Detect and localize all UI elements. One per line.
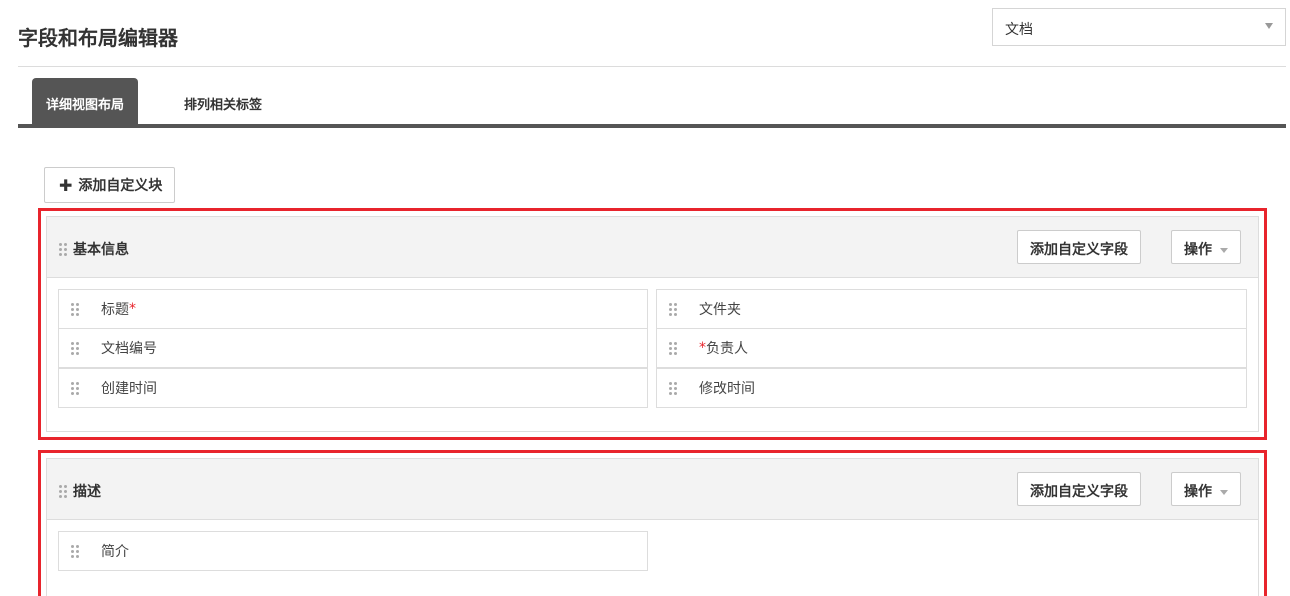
drag-handle-icon[interactable]	[669, 381, 677, 395]
field-label: 创建时间	[101, 381, 157, 397]
add-custom-field-button[interactable]: 添加自定义字段	[1017, 472, 1141, 506]
divider	[18, 66, 1286, 67]
field-row[interactable]: 文件夹	[656, 289, 1247, 329]
chevron-down-icon	[1220, 247, 1228, 253]
field-row[interactable]: 创建时间	[58, 368, 648, 408]
add-custom-block-label: 添加自定义块	[78, 178, 163, 194]
actions-label: 操作	[1184, 242, 1212, 258]
field-label: 文件夹	[699, 302, 741, 318]
tab-detail-view-layout[interactable]: 详细视图布局	[32, 78, 139, 124]
field-label: 标题	[101, 302, 129, 318]
page-title: 字段和布局编辑器	[18, 26, 178, 50]
field-label: 修改时间	[699, 381, 755, 397]
field-row[interactable]: 简介	[58, 531, 648, 571]
plus-icon: ✚	[59, 175, 73, 195]
drag-handle-icon[interactable]	[669, 302, 677, 316]
block-header: 基本信息 添加自定义字段 操作	[47, 217, 1258, 278]
drag-handle-icon[interactable]	[71, 381, 79, 395]
module-select-value: 文档	[1005, 22, 1033, 38]
chevron-down-icon	[1265, 23, 1273, 29]
field-row[interactable]: 文档编号	[58, 328, 648, 368]
block-title[interactable]: 基本信息	[59, 239, 129, 259]
actions-label: 操作	[1184, 484, 1212, 500]
block-title-text: 基本信息	[73, 242, 129, 258]
block-description: 描述 添加自定义字段 操作	[46, 458, 1259, 596]
module-select[interactable]: 文档	[992, 8, 1286, 46]
drag-handle-icon[interactable]	[59, 484, 67, 498]
block-header: 描述 添加自定义字段 操作	[47, 459, 1258, 520]
actions-dropdown-button[interactable]: 操作	[1171, 472, 1241, 506]
drag-handle-icon[interactable]	[59, 242, 67, 256]
block-title-text: 描述	[73, 484, 101, 500]
drag-handle-icon[interactable]	[71, 341, 79, 355]
chevron-down-icon	[1220, 489, 1228, 495]
drag-handle-icon[interactable]	[71, 302, 79, 316]
field-label: 文档编号	[101, 341, 157, 357]
required-mark: *	[129, 301, 136, 317]
field-label: 简介	[101, 544, 129, 560]
tab-related-list-order[interactable]: 排列相关标签	[170, 78, 276, 124]
actions-dropdown-button[interactable]: 操作	[1171, 230, 1241, 264]
drag-handle-icon[interactable]	[669, 341, 677, 355]
drag-handle-icon[interactable]	[71, 544, 79, 558]
layout-editor-page: 字段和布局编辑器 文档 详细视图布局 排列相关标签 ✚ 添加自定义块 基本信息 …	[0, 0, 1290, 596]
tab-bar: 详细视图布局 排列相关标签	[18, 78, 1286, 128]
field-row[interactable]: 标题 *	[58, 289, 648, 329]
required-mark: *	[699, 340, 706, 356]
field-row[interactable]: * 负责人	[656, 328, 1247, 368]
field-label: 负责人	[706, 341, 748, 357]
add-custom-block-button[interactable]: ✚ 添加自定义块	[44, 167, 176, 203]
block-title[interactable]: 描述	[59, 481, 101, 501]
field-row[interactable]: 修改时间	[656, 368, 1247, 408]
add-custom-field-button[interactable]: 添加自定义字段	[1017, 230, 1141, 264]
